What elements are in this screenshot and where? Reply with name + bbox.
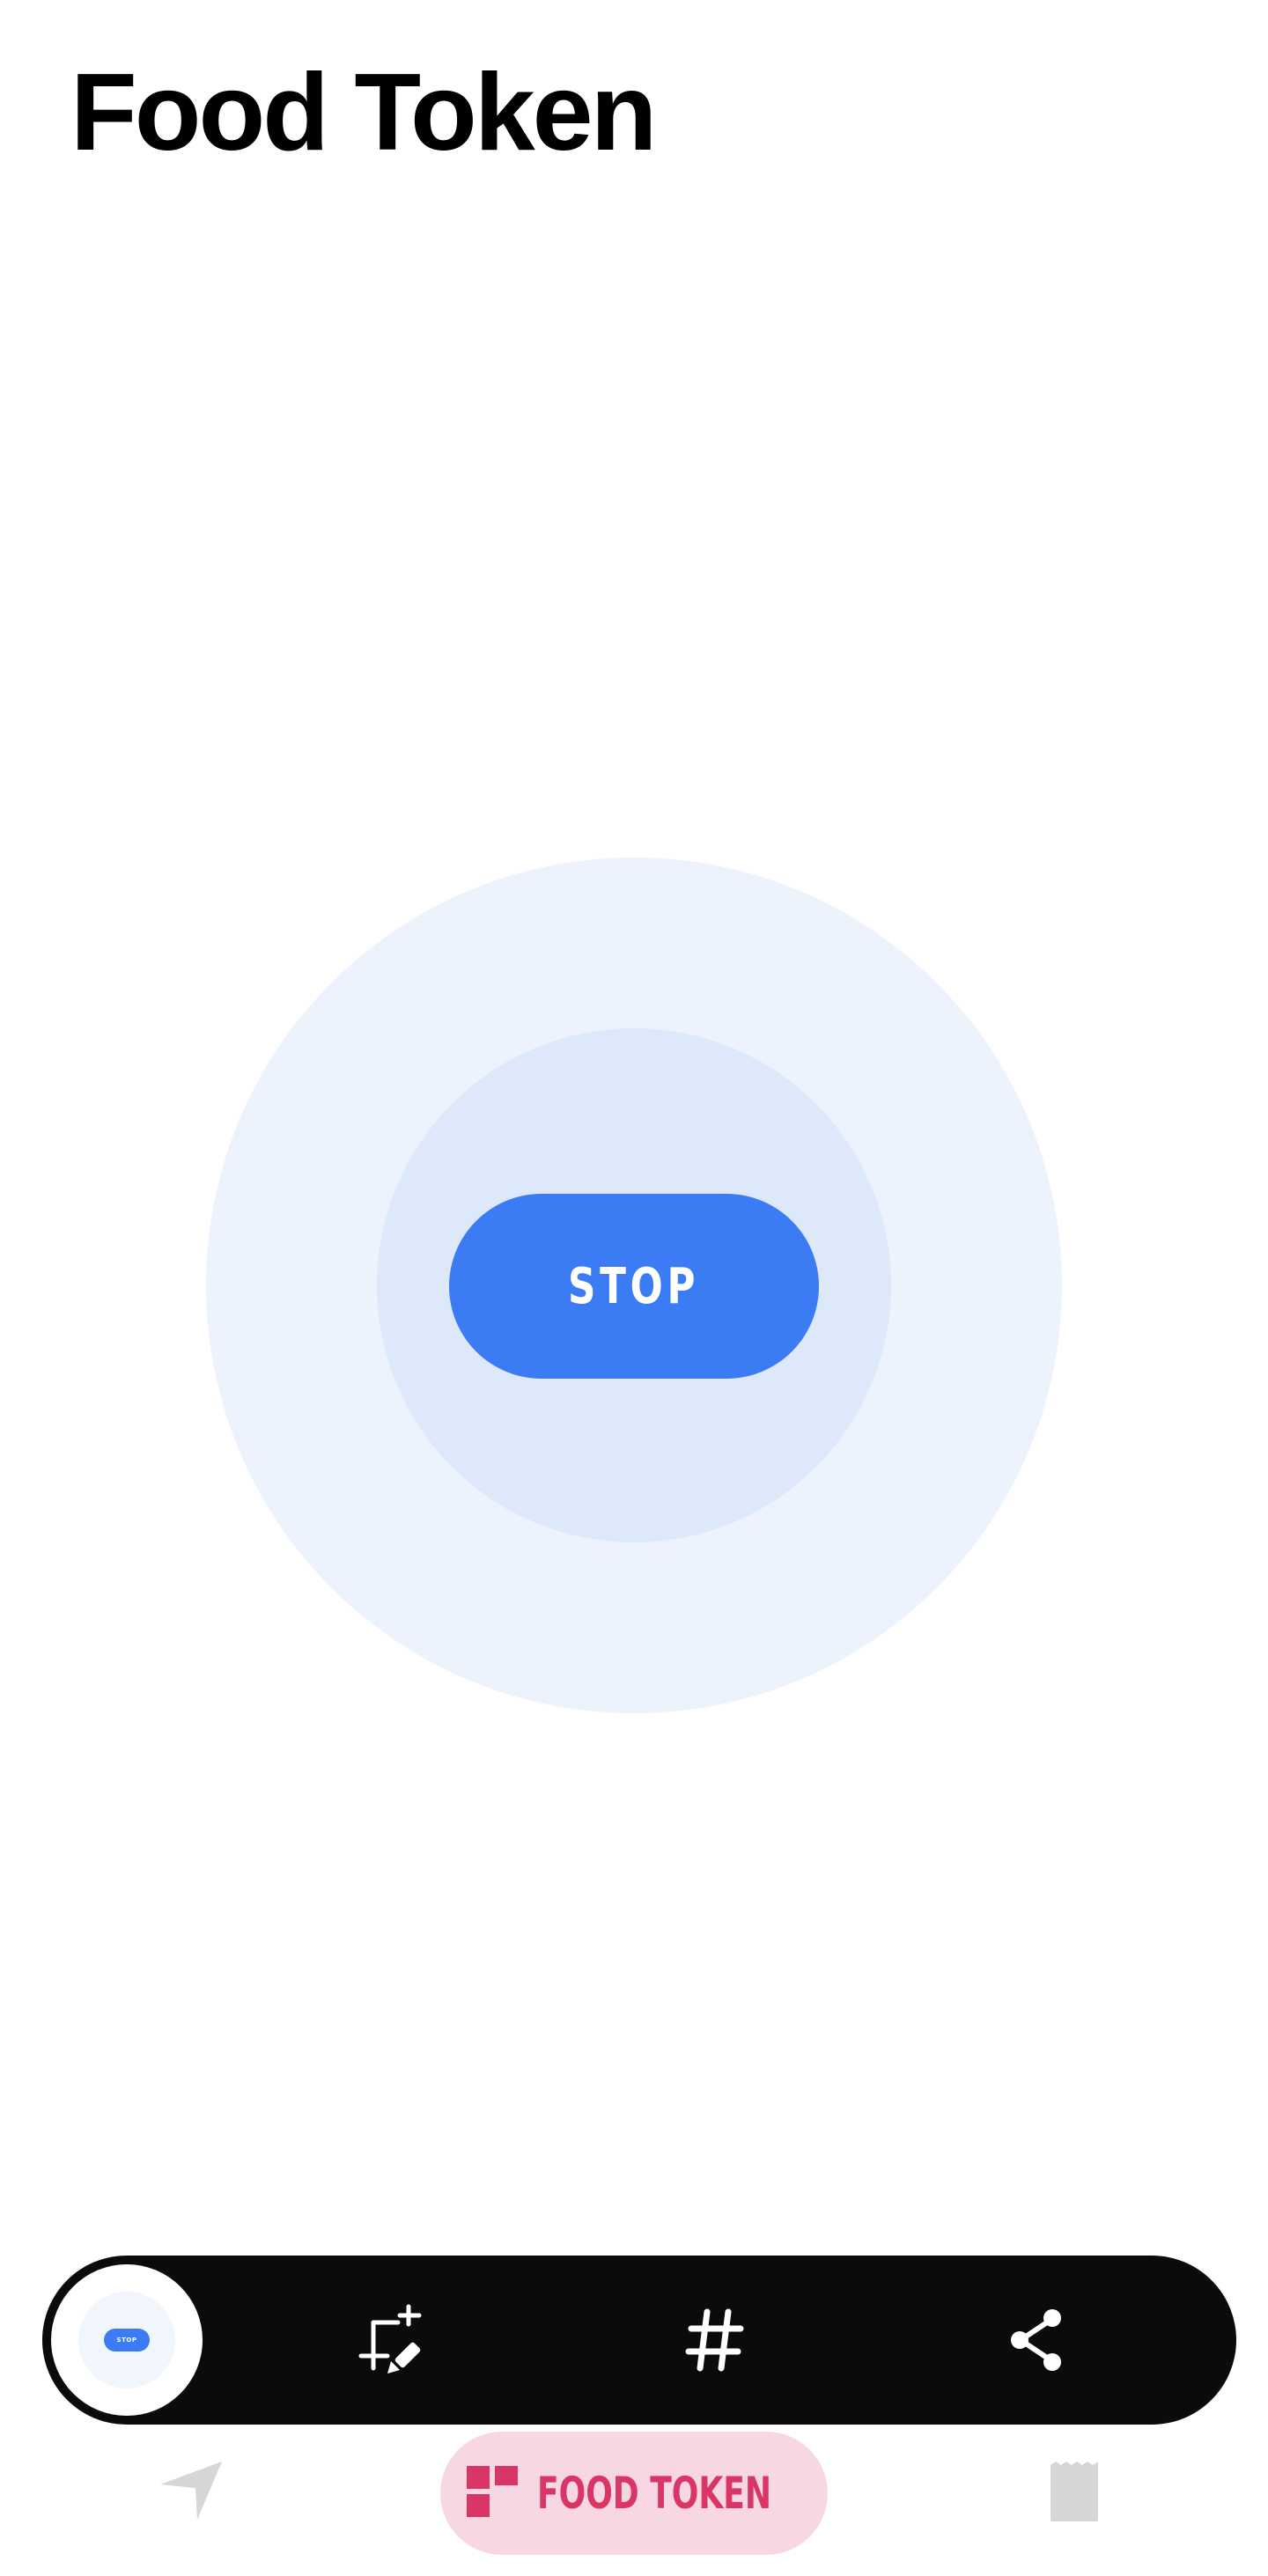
nav-item-location[interactable] — [150, 2451, 234, 2536]
app-screen: Food Token STOP STOP FOOD TOKEN — [0, 0, 1268, 2576]
hashtag-button[interactable] — [671, 2296, 759, 2384]
thumbnail-pulse: STOP — [78, 2292, 175, 2388]
page-title: Food Token — [70, 52, 657, 173]
stop-button[interactable]: STOP — [449, 1194, 819, 1379]
bottom-navigation: FOOD TOKEN — [0, 2426, 1268, 2567]
navigation-arrow-icon — [158, 2460, 225, 2528]
crop-edit-icon — [356, 2303, 430, 2377]
crop-edit-button[interactable] — [349, 2296, 437, 2384]
receipt-icon — [1049, 2460, 1100, 2528]
nav-item-receipt[interactable] — [1032, 2451, 1117, 2536]
nav-item-food-token[interactable]: FOOD TOKEN — [440, 2432, 828, 2555]
hashtag-icon — [684, 2307, 746, 2374]
share-button[interactable] — [993, 2296, 1081, 2384]
dashboard-icon — [467, 2465, 519, 2521]
thumbnail-stop-pill: STOP — [104, 2329, 150, 2352]
editor-toolbar: STOP — [42, 2256, 1236, 2425]
preview-thumbnail[interactable]: STOP — [51, 2264, 203, 2416]
share-icon — [1006, 2307, 1068, 2374]
nav-item-label: FOOD TOKEN — [537, 2468, 772, 2519]
stop-button-label: STOP — [568, 1257, 700, 1315]
